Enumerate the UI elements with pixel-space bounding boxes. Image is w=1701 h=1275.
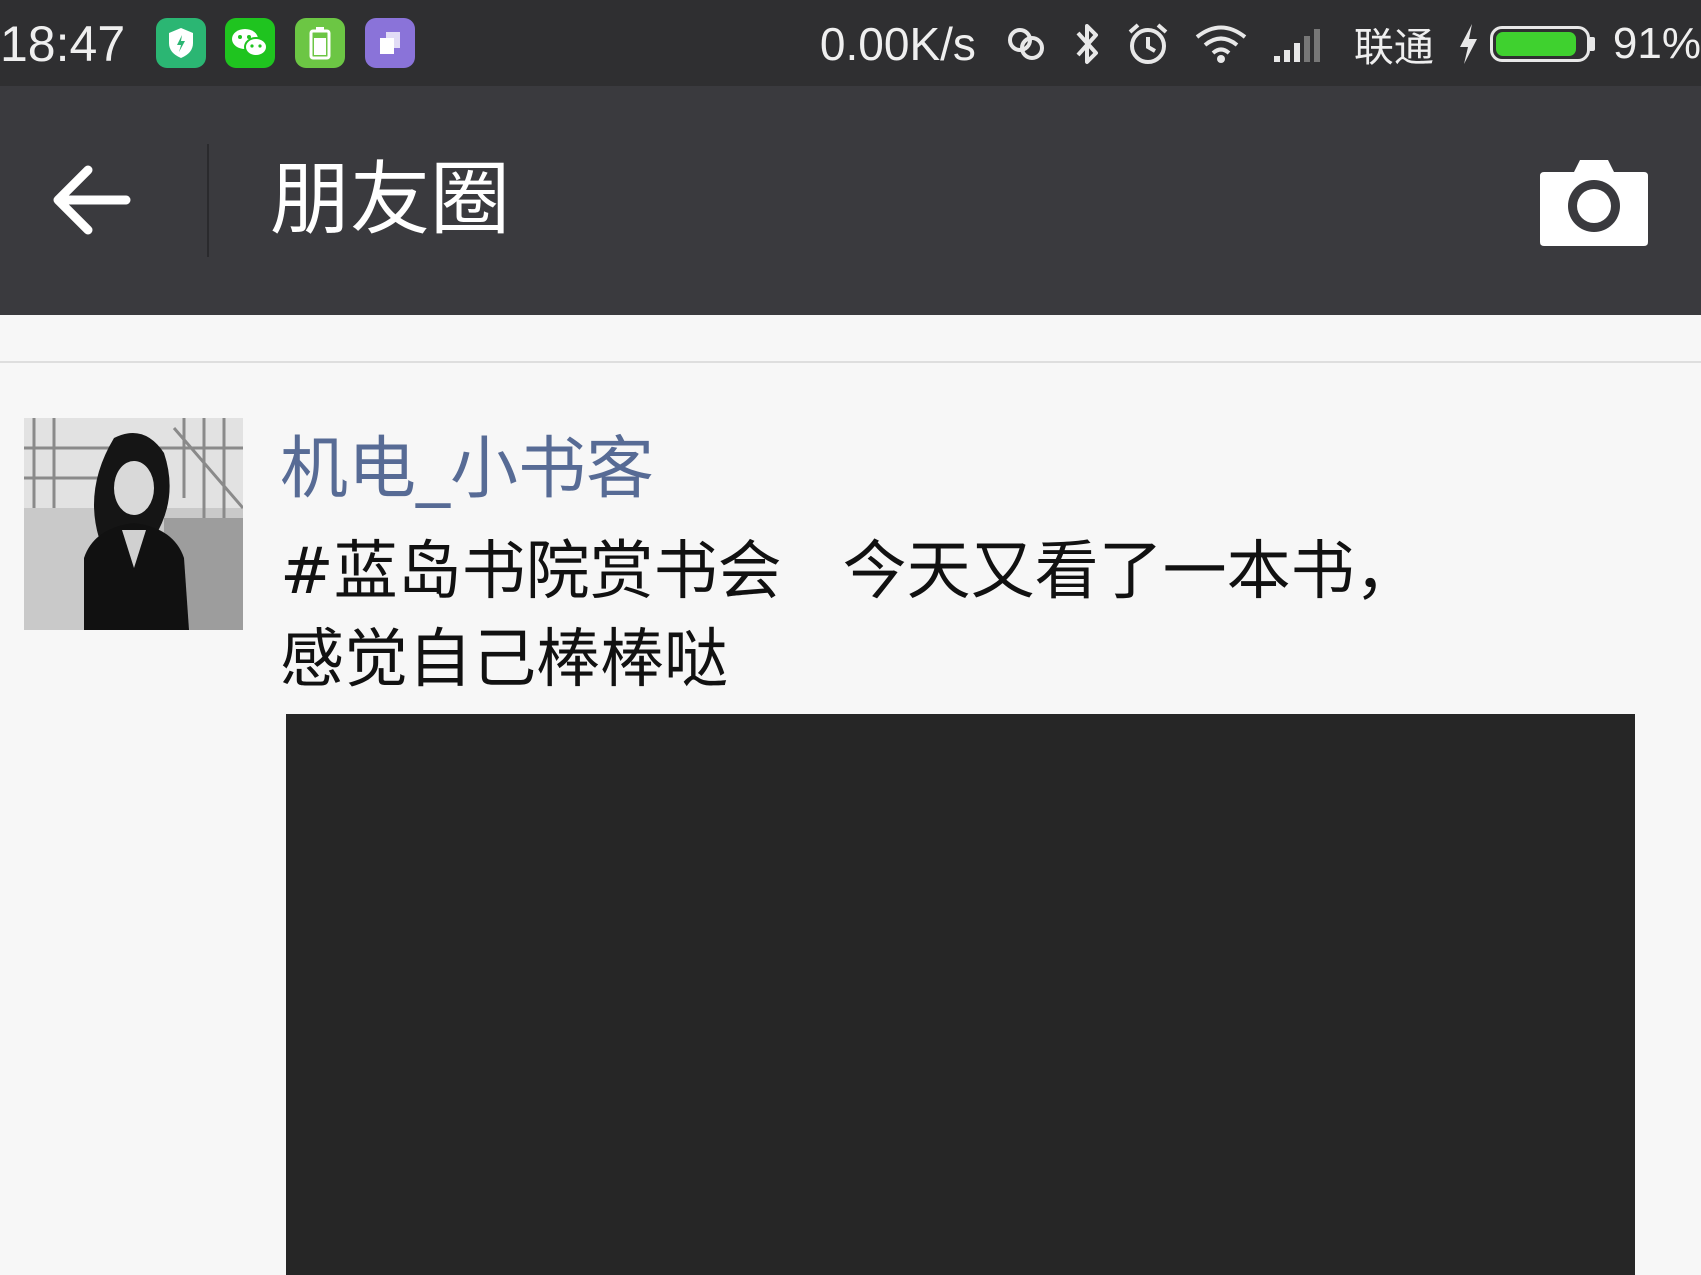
security-app-icon	[156, 18, 206, 68]
wechat-icon	[225, 18, 275, 68]
back-button[interactable]	[40, 150, 140, 250]
status-right: 0.00K/s 联通 91%	[820, 14, 1701, 74]
clipboard-app-icon	[365, 18, 415, 68]
bluetooth-icon	[1072, 21, 1102, 67]
battery-fill	[1495, 32, 1576, 56]
avatar[interactable]	[24, 418, 243, 630]
arrow-left-icon	[53, 165, 131, 235]
action-bar: 朋友圈	[0, 86, 1701, 315]
camera-icon	[1540, 160, 1648, 246]
feed-top-divider	[0, 361, 1701, 363]
post-text: #蓝岛书院赏书会 今天又看了一本书， 感觉自己棒棒哒	[280, 535, 1419, 697]
status-time: 18:47	[0, 16, 126, 72]
header-divider	[207, 144, 209, 257]
post-username[interactable]: 机电_小书客	[280, 428, 654, 512]
page-title: 朋友圈	[270, 153, 510, 246]
signal-icon	[1272, 24, 1330, 64]
battery-app-icon	[295, 18, 345, 68]
status-bar: 18:47 0.00K/s 联通 91%	[0, 0, 1701, 86]
battery-indicator	[1489, 26, 1595, 62]
wifi-icon	[1194, 24, 1248, 64]
charging-icon	[1456, 22, 1480, 66]
alarm-icon	[1126, 21, 1170, 67]
post-image[interactable]	[286, 714, 1635, 1275]
battery-percent: 91%	[1612, 19, 1701, 68]
camera-button[interactable]	[1538, 156, 1650, 248]
carrier-name: 联通	[1353, 25, 1434, 71]
link-icon	[1004, 22, 1048, 66]
net-speed: 0.00K/s	[819, 18, 976, 70]
